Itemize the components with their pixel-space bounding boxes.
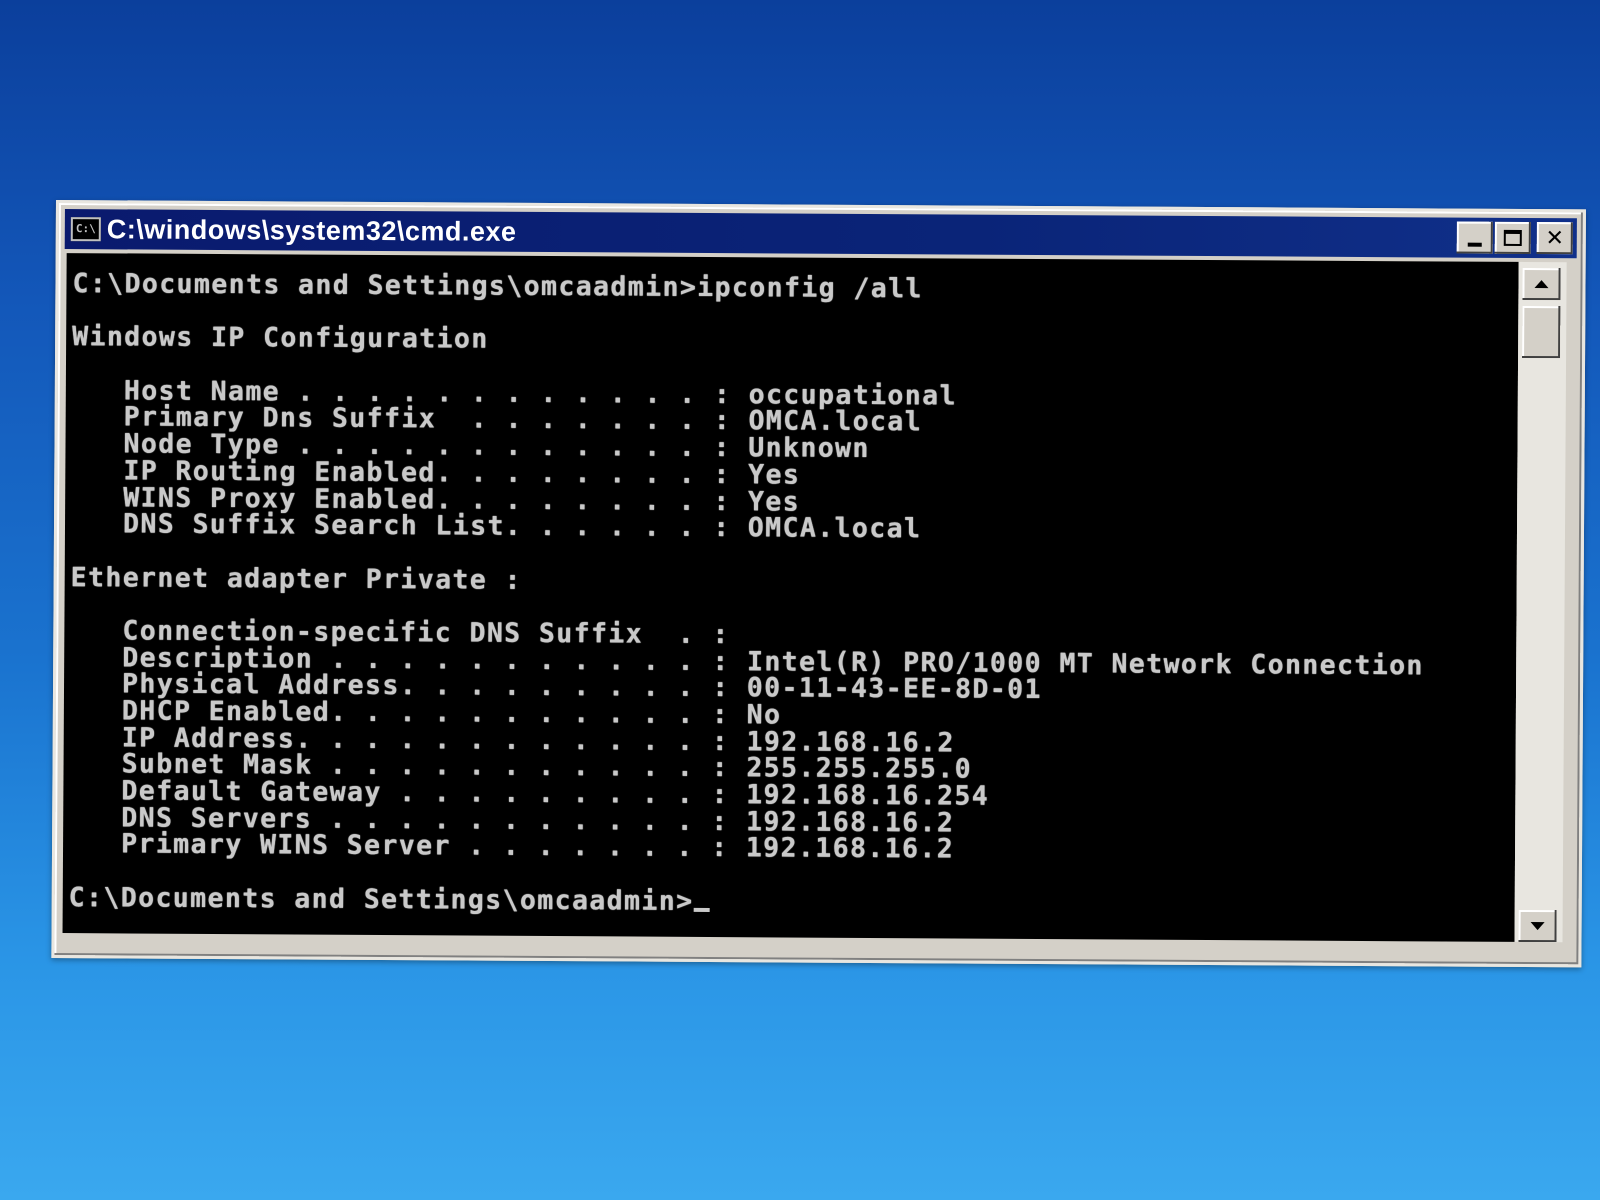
vertical-scrollbar[interactable] bbox=[1514, 261, 1567, 943]
scroll-thumb[interactable] bbox=[1522, 305, 1561, 359]
config-label: DNS Suffix Search List. . . . . . : bbox=[70, 508, 748, 544]
adapter-value: 00-11-43-EE-8D-01 bbox=[746, 672, 1042, 706]
desktop-background: C:\ C:\windows\system32\cmd.exe ✕ C:\Doc… bbox=[0, 0, 1600, 1200]
maximize-icon bbox=[1503, 229, 1522, 246]
cmd-app-icon[interactable]: C:\ bbox=[70, 217, 101, 242]
console-output[interactable]: C:\Documents and Settings\omcaadmin>ipco… bbox=[62, 253, 1519, 942]
window-controls: ✕ bbox=[1456, 221, 1573, 255]
scroll-up-button[interactable] bbox=[1522, 267, 1561, 301]
minimize-icon bbox=[1467, 242, 1482, 247]
close-icon: ✕ bbox=[1545, 225, 1565, 251]
minimize-button[interactable] bbox=[1456, 221, 1493, 254]
arrow-up-icon bbox=[1534, 280, 1549, 289]
arrow-down-icon bbox=[1530, 922, 1545, 931]
close-button[interactable]: ✕ bbox=[1536, 222, 1573, 255]
scroll-down-button[interactable] bbox=[1518, 909, 1557, 943]
text-cursor bbox=[693, 907, 710, 912]
cmd-window[interactable]: C:\ C:\windows\system32\cmd.exe ✕ C:\Doc… bbox=[51, 200, 1586, 968]
console-prompt: C:\Documents and Settings\omcaadmin> bbox=[68, 881, 694, 917]
window-title: C:\windows\system32\cmd.exe bbox=[106, 213, 517, 247]
adapter-value: 192.168.16.2 bbox=[745, 832, 955, 865]
title-bar[interactable]: C:\ C:\windows\system32\cmd.exe ✕ bbox=[64, 209, 1577, 259]
adapter-label: Primary WINS Server . . . . . . . : bbox=[68, 828, 746, 864]
maximize-button[interactable] bbox=[1494, 221, 1531, 255]
config-value: OMCA.local bbox=[747, 512, 922, 545]
